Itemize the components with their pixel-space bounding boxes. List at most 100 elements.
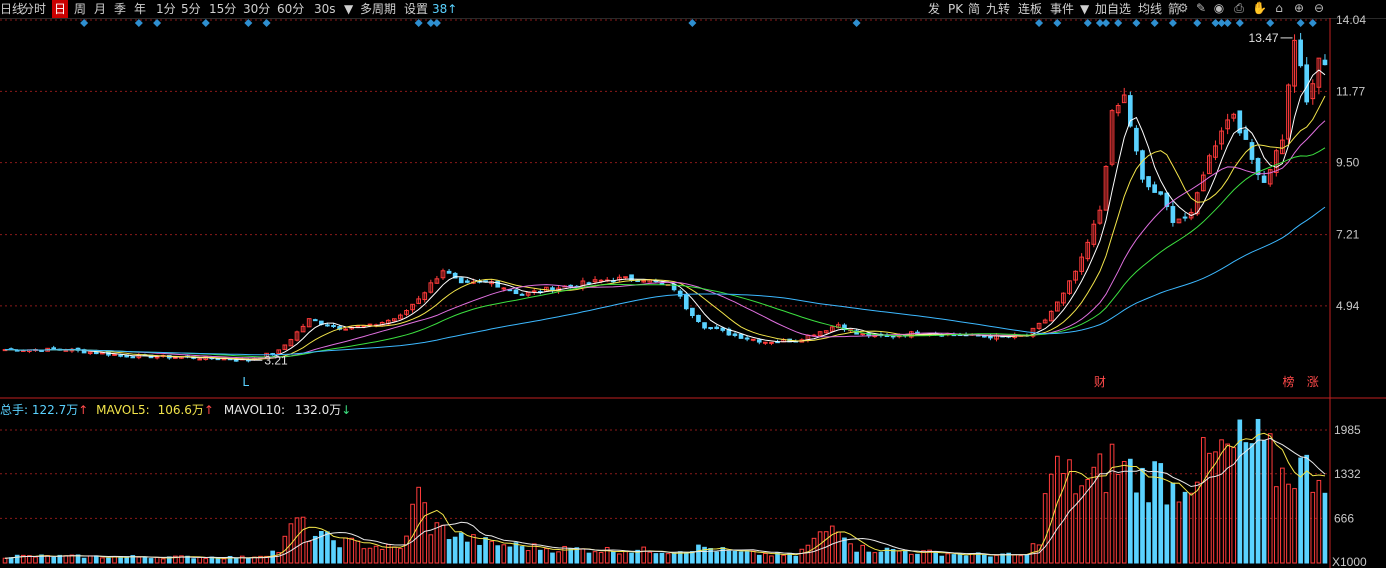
event-marker-diamond — [262, 19, 271, 27]
volume-bar — [33, 556, 38, 564]
volume-bar — [507, 546, 513, 564]
volume-bar — [367, 547, 373, 564]
price-tick-label: 7.21 — [1336, 228, 1360, 242]
volume-bar — [1200, 437, 1206, 564]
candle-body — [586, 282, 592, 285]
event-marker-diamond — [153, 19, 162, 27]
volume-bar — [349, 537, 355, 564]
volume-bar — [690, 551, 695, 564]
volume-bar — [836, 531, 841, 564]
candle-body — [519, 293, 525, 296]
volume-bar — [246, 558, 251, 564]
event-marker-diamond — [852, 19, 861, 27]
kline-chart[interactable]: 14.04 11.77 9.50 7.21 4.94 1985 1332 666 X1000 13… — [0, 0, 1386, 568]
volume-total-arrow: ↑ — [78, 403, 89, 417]
volume-bar — [312, 535, 318, 564]
volume-bar — [580, 548, 586, 564]
volume-bar — [154, 556, 160, 564]
volume-bar — [799, 548, 805, 564]
volume-bar — [568, 548, 574, 564]
candle-body — [1134, 127, 1139, 152]
candle-body — [714, 326, 720, 329]
volume-bar — [1219, 439, 1224, 564]
candle-body — [464, 280, 470, 283]
volume-bar — [1170, 482, 1176, 564]
ma-line-ma5 — [4, 69, 1326, 361]
chart-marker-涨: 涨 — [1307, 374, 1319, 389]
volume-bar — [1176, 501, 1182, 564]
volume-bar — [982, 554, 987, 564]
candle-body — [750, 338, 756, 341]
mavol10-line — [4, 437, 1326, 559]
candle-body — [720, 327, 726, 331]
volume-bar — [744, 551, 750, 564]
volume-bar — [872, 552, 878, 564]
candle-body — [982, 335, 987, 338]
volume-bar — [428, 534, 434, 564]
low-price-label: 3.21 — [264, 353, 288, 367]
volume-bar — [1164, 504, 1170, 564]
volume-bar — [489, 540, 494, 564]
volume-bar — [1182, 491, 1188, 564]
volume-bar — [1146, 502, 1151, 564]
volume-bar — [1121, 461, 1127, 564]
candle-body — [446, 270, 452, 274]
volume-bar — [1225, 443, 1230, 564]
price-tick-label: 4.94 — [1336, 299, 1360, 313]
volume-bar — [1109, 443, 1115, 564]
volume-unit-label: X1000 — [1332, 555, 1367, 568]
volume-bar — [629, 552, 634, 564]
chart-marker-L: L — [242, 375, 249, 389]
volume-bar — [1322, 492, 1328, 564]
candle-body — [1140, 150, 1145, 180]
volume-bar — [1286, 483, 1291, 564]
volume-bar — [1012, 554, 1018, 564]
candle-body — [732, 333, 738, 336]
ma-line-ma10 — [4, 95, 1326, 360]
volume-bar — [1316, 479, 1322, 564]
ma-line-ma30 — [4, 147, 1326, 358]
volume-bar — [939, 555, 945, 564]
volume-bar — [1188, 492, 1194, 564]
price-tick-label: 9.50 — [1336, 156, 1360, 170]
volume-bar — [848, 543, 853, 564]
volume-bar — [860, 544, 866, 564]
volume-bar — [477, 544, 482, 564]
volume-bar — [379, 548, 385, 564]
volume-bar — [586, 552, 592, 564]
price-tick-label: 11.77 — [1336, 84, 1365, 98]
volume-bar — [1213, 451, 1218, 564]
candle-body — [659, 282, 665, 285]
volume-bar — [331, 540, 336, 564]
volume-bar — [610, 551, 616, 564]
volume-bar — [233, 557, 239, 564]
candle-body — [531, 290, 537, 293]
volume-bar — [1280, 467, 1285, 564]
volume-bar — [464, 541, 470, 564]
volume-bar — [392, 546, 397, 564]
volume-bar — [106, 557, 111, 564]
mavol10-label: MAVOL10: — [223, 403, 286, 417]
volume-bar — [866, 551, 872, 564]
volume-bar — [142, 557, 148, 564]
candle-body — [1146, 176, 1151, 188]
volume-bar — [300, 516, 306, 564]
volume-bar — [148, 558, 154, 564]
mavol10-arrow: ↓ — [341, 403, 352, 417]
volume-tick-label: 1985 — [1334, 423, 1361, 437]
candle-body — [1170, 206, 1176, 223]
volume-bar — [215, 558, 221, 564]
candle-body — [513, 289, 519, 295]
volume-bar — [957, 553, 963, 564]
candle-body — [331, 325, 336, 328]
mavol10-value: 132.0万 — [294, 403, 342, 417]
volume-bar — [1292, 488, 1297, 564]
candle-body — [683, 294, 689, 310]
volume-bar — [738, 551, 744, 564]
volume-bar — [732, 550, 738, 564]
volume-bar — [537, 549, 543, 564]
candle-body — [312, 319, 318, 322]
volume-bar — [842, 537, 847, 564]
candle-body — [677, 290, 683, 297]
volume-bar — [81, 557, 87, 564]
